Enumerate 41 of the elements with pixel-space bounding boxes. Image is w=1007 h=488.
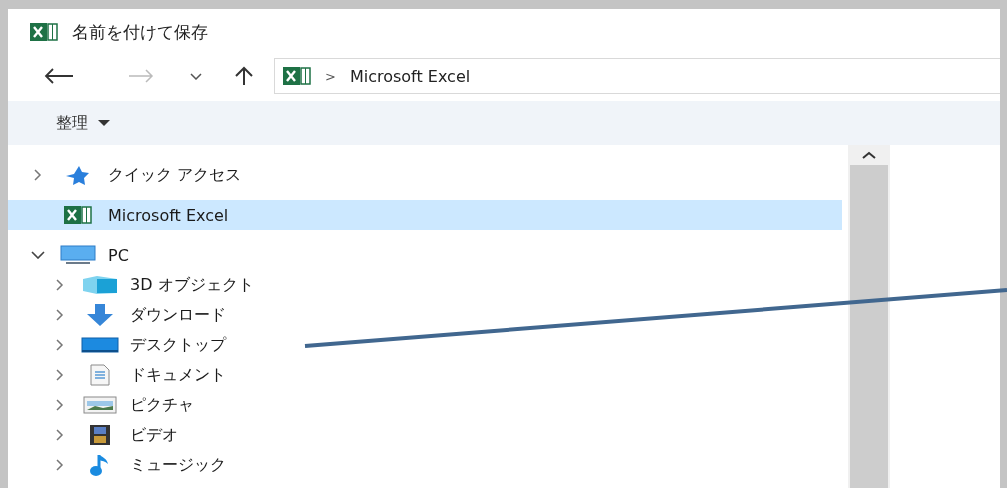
breadcrumb-item[interactable]: Microsoft Excel <box>349 66 471 86</box>
document-icon <box>89 364 111 386</box>
tree-item[interactable]: ビデオ <box>8 420 842 450</box>
organize-menu[interactable]: 整理 <box>56 112 110 134</box>
tree-item[interactable]: ミュージック <box>8 450 842 480</box>
picture-icon <box>83 396 117 414</box>
collapse-chevron-icon[interactable] <box>31 251 45 259</box>
expand-chevron-icon[interactable] <box>56 339 64 351</box>
scroll-up-icon[interactable] <box>862 151 876 159</box>
expand-chevron-icon[interactable] <box>56 369 64 381</box>
back-arrow-icon[interactable] <box>44 68 74 84</box>
spreadsheet-icon <box>64 206 92 224</box>
tree-item[interactable]: PC <box>8 240 842 270</box>
spreadsheet-icon <box>283 67 311 85</box>
tree-item[interactable]: ダウンロード <box>8 300 842 330</box>
film-icon <box>89 424 111 446</box>
tree-item[interactable]: デスクトップ <box>8 330 842 360</box>
star-icon <box>66 165 90 185</box>
tree-item[interactable]: クイック アクセス <box>8 160 842 190</box>
expand-chevron-icon[interactable] <box>34 169 42 181</box>
monitor-icon <box>60 245 96 265</box>
address-bar[interactable]: > Microsoft Excel <box>274 58 1000 94</box>
tree-item[interactable]: 3D オブジェクト <box>8 270 842 300</box>
app-icon <box>30 23 58 41</box>
path-separator: > <box>325 68 336 84</box>
music-note-icon <box>89 453 111 477</box>
expand-chevron-icon[interactable] <box>56 399 64 411</box>
tree-item[interactable]: ピクチャ <box>8 390 842 420</box>
expand-chevron-icon[interactable] <box>56 459 64 471</box>
desktop-icon <box>81 336 119 354</box>
expand-chevron-icon[interactable] <box>56 309 64 321</box>
cube-icon <box>81 275 119 295</box>
expand-chevron-icon[interactable] <box>56 429 64 441</box>
dropdown-chevron-icon[interactable] <box>190 72 202 80</box>
up-arrow-icon[interactable] <box>234 66 254 86</box>
caret-icon <box>98 120 110 126</box>
window-title: 名前を付けて保存 <box>72 20 208 44</box>
tree-item[interactable]: ドキュメント <box>8 360 842 390</box>
scrollbar[interactable] <box>848 145 890 488</box>
tree-item[interactable]: Microsoft Excel <box>8 200 842 230</box>
expand-chevron-icon[interactable] <box>56 279 64 291</box>
